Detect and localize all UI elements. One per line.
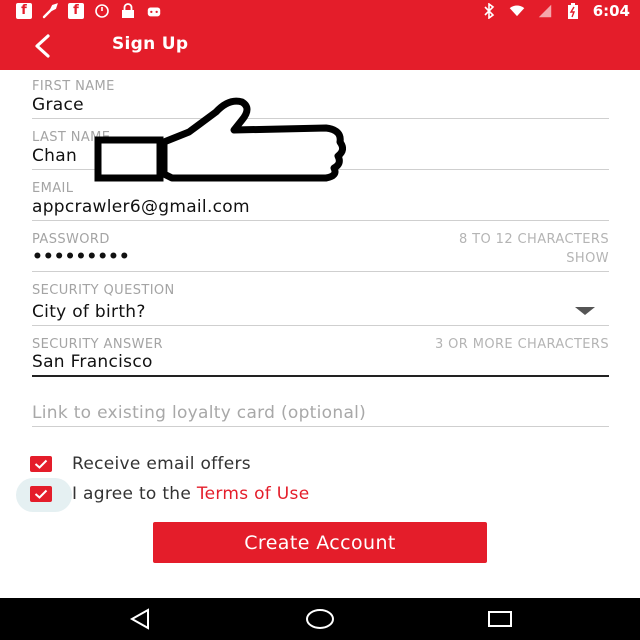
back-arrow-icon xyxy=(35,34,50,58)
wrench-icon xyxy=(42,3,58,19)
circle-home-icon xyxy=(306,609,334,629)
triangle-back-icon xyxy=(129,608,149,630)
terms-label: I agree to the Terms of Use xyxy=(72,484,309,504)
facebook-icon: f xyxy=(68,3,84,19)
last-name-value[interactable]: Chan xyxy=(32,146,77,166)
show-password-toggle[interactable]: SHOW xyxy=(566,251,609,266)
checkmark-icon xyxy=(34,459,48,469)
notification-icons: f f xyxy=(16,0,162,22)
status-bar: f f 6:04 xyxy=(0,0,640,22)
nav-recents-button[interactable] xyxy=(470,598,530,640)
password-hint: 8 TO 12 CHARACTERS xyxy=(458,232,609,247)
security-question-dropdown[interactable]: SECURITY QUESTION City of birth? xyxy=(32,283,609,326)
password-label: PASSWORD xyxy=(32,232,110,247)
email-offers-checkbox[interactable] xyxy=(30,456,52,472)
app-bar: Sign Up xyxy=(0,22,640,70)
checkmark-icon xyxy=(34,489,48,499)
nav-back-button[interactable] xyxy=(110,598,170,640)
status-time: 6:04 xyxy=(592,2,630,20)
back-button[interactable] xyxy=(26,31,60,61)
terms-row[interactable]: I agree to the Terms of Use xyxy=(30,481,309,507)
email-offers-row[interactable]: Receive email offers xyxy=(30,451,251,477)
email-value[interactable]: appcrawler6@gmail.com xyxy=(32,197,250,217)
nav-home-button[interactable] xyxy=(290,598,350,640)
security-answer-value[interactable]: San Francisco xyxy=(32,352,153,372)
terms-label-prefix: I agree to the xyxy=(72,484,197,504)
security-question-label: SECURITY QUESTION xyxy=(32,283,175,298)
lock-icon xyxy=(120,3,136,18)
password-value[interactable]: ••••••••• xyxy=(32,247,130,267)
security-answer-hint: 3 OR MORE CHARACTERS xyxy=(434,337,609,352)
thumbs-up-icon xyxy=(94,97,346,182)
navigation-bar xyxy=(0,598,640,640)
loyalty-card-placeholder[interactable]: Link to existing loyalty card (optional) xyxy=(32,403,366,423)
email-offers-label: Receive email offers xyxy=(72,454,251,474)
android-icon xyxy=(146,4,162,18)
dropdown-arrow-icon[interactable] xyxy=(575,307,595,315)
create-account-button[interactable]: Create Account xyxy=(153,522,487,563)
terms-of-use-link[interactable]: Terms of Use xyxy=(197,484,310,504)
security-answer-field[interactable]: SECURITY ANSWER 3 OR MORE CHARACTERS San… xyxy=(32,337,609,377)
loyalty-card-field[interactable]: Link to existing loyalty card (optional) xyxy=(32,403,609,427)
terms-checkbox[interactable] xyxy=(30,486,52,502)
wifi-icon xyxy=(509,4,525,18)
page-title: Sign Up xyxy=(112,34,189,54)
bluetooth-icon xyxy=(481,3,497,19)
alarm-icon xyxy=(94,4,110,18)
signal-icon xyxy=(537,4,553,18)
facebook-icon: f xyxy=(16,3,32,19)
security-question-value[interactable]: City of birth? xyxy=(32,302,146,322)
square-recents-icon xyxy=(488,611,512,627)
system-icons: 6:04 xyxy=(481,0,630,22)
first-name-label: FIRST NAME xyxy=(32,79,115,94)
battery-icon xyxy=(565,3,581,19)
email-label: EMAIL xyxy=(32,181,74,196)
password-field[interactable]: PASSWORD 8 TO 12 CHARACTERS ••••••••• SH… xyxy=(32,232,609,272)
first-name-value[interactable]: Grace xyxy=(32,95,84,115)
security-answer-label: SECURITY ANSWER xyxy=(32,337,163,352)
email-field[interactable]: EMAIL appcrawler6@gmail.com xyxy=(32,181,609,221)
